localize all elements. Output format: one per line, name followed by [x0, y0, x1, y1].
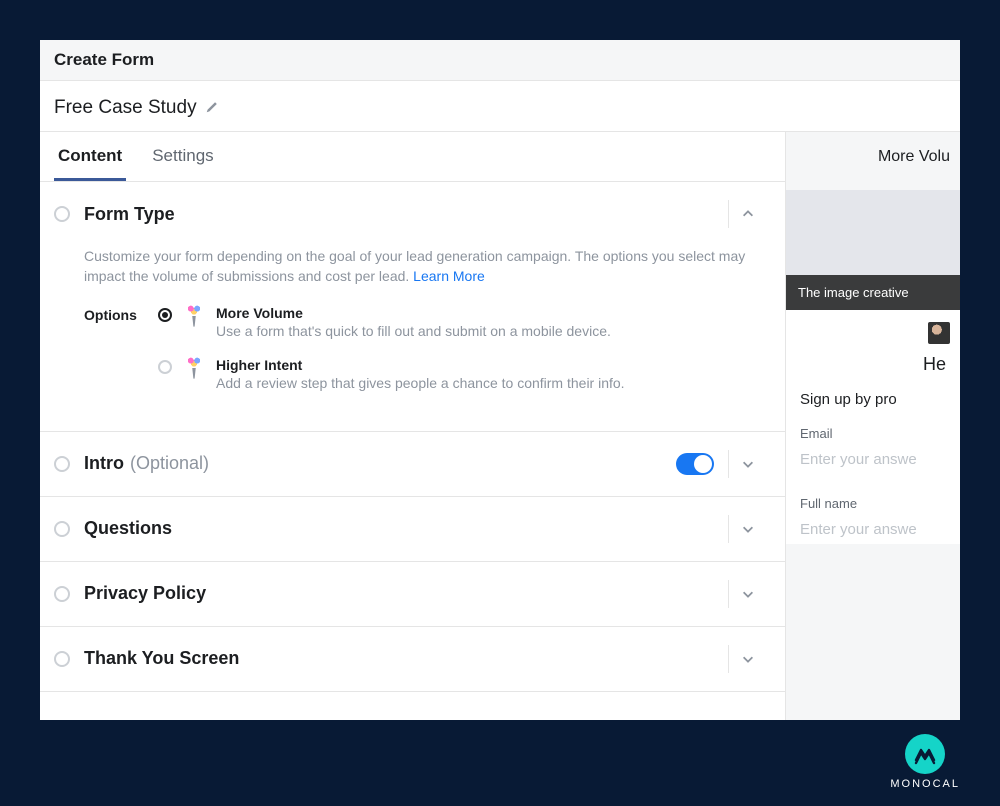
radio-icon[interactable] [158, 360, 172, 374]
options-row: Options More Volume Use a form that's qu… [84, 305, 767, 409]
field-label: Email [800, 426, 950, 441]
brand-name: MONOCAL [890, 778, 960, 790]
chevron-down-icon[interactable] [728, 450, 767, 478]
preview-heading: He [796, 354, 950, 375]
option-more-volume[interactable]: More Volume Use a form that's quick to f… [158, 305, 767, 339]
dialog-title: Create Form [54, 50, 154, 69]
section-title: Thank You Screen [84, 648, 239, 669]
option-desc: Use a form that's quick to fill out and … [216, 323, 767, 339]
logo-icon [905, 734, 945, 774]
chevron-down-icon[interactable] [728, 515, 767, 543]
bouquet-icon [184, 357, 204, 379]
dialog-header: Create Form [40, 40, 960, 81]
preview-card: He Sign up by pro Email Enter your answe… [786, 310, 960, 544]
section-header-thank-you[interactable]: Thank You Screen [40, 627, 785, 691]
section-title: Privacy Policy [84, 583, 206, 604]
section-title: Intro [84, 453, 124, 474]
preview-subheading: Sign up by pro [796, 391, 950, 408]
main-panel: Content Settings Form Type [40, 132, 786, 720]
section-header-privacy[interactable]: Privacy Policy [40, 562, 785, 626]
section-questions: Questions [40, 497, 785, 562]
section-radio-icon [54, 586, 70, 602]
avatar [928, 322, 950, 344]
section-body-form-type: Customize your form depending on the goa… [40, 246, 785, 431]
section-header-questions[interactable]: Questions [40, 497, 785, 561]
chevron-down-icon[interactable] [728, 580, 767, 608]
preview-panel: More Volu The image creative He Sign up … [786, 132, 960, 720]
section-intro: Intro (Optional) [40, 432, 785, 497]
form-type-description: Customize your form depending on the goa… [84, 246, 767, 287]
section-radio-icon [54, 651, 70, 667]
chevron-up-icon[interactable] [728, 200, 767, 228]
tab-settings[interactable]: Settings [148, 132, 217, 181]
section-radio-icon [54, 456, 70, 472]
chevron-down-icon[interactable] [728, 645, 767, 673]
section-thank-you: Thank You Screen [40, 627, 785, 692]
field-placeholder[interactable]: Enter your answe [800, 451, 950, 474]
edit-name-icon[interactable] [205, 100, 219, 117]
option-higher-intent[interactable]: Higher Intent Add a review step that giv… [158, 357, 767, 391]
option-desc: Add a review step that gives people a ch… [216, 375, 767, 391]
section-title: Questions [84, 518, 172, 539]
body: Content Settings Form Type [40, 132, 960, 720]
brand-logo: MONOCAL [890, 734, 960, 790]
bouquet-icon [184, 305, 204, 327]
section-radio-icon [54, 521, 70, 537]
radio-icon[interactable] [158, 308, 172, 322]
section-radio-icon [54, 206, 70, 222]
preview-banner: The image creative [786, 275, 960, 310]
intro-toggle[interactable] [676, 453, 714, 475]
preview-image-area: The image creative [786, 190, 960, 310]
section-header-form-type[interactable]: Form Type [40, 182, 785, 246]
section-privacy-policy: Privacy Policy [40, 562, 785, 627]
option-title: More Volume [216, 305, 767, 321]
preview-field-fullname: Full name Enter your answe [796, 496, 950, 544]
learn-more-link[interactable]: Learn More [413, 268, 485, 284]
section-form-type: Form Type Customize your form depending … [40, 182, 785, 432]
create-form-dialog: Create Form Free Case Study Content Sett… [40, 40, 960, 720]
section-header-intro[interactable]: Intro (Optional) [40, 432, 785, 496]
form-name: Free Case Study [54, 97, 197, 119]
tabs: Content Settings [40, 132, 785, 182]
preview-header: More Volu [786, 132, 960, 176]
tab-content[interactable]: Content [54, 132, 126, 181]
section-title: Form Type [84, 204, 175, 225]
preview-profile [796, 322, 950, 344]
option-title: Higher Intent [216, 357, 767, 373]
field-placeholder[interactable]: Enter your answe [800, 521, 950, 544]
form-name-row: Free Case Study [40, 81, 960, 132]
option-list: More Volume Use a form that's quick to f… [158, 305, 767, 409]
field-label: Full name [800, 496, 950, 511]
sections: Form Type Customize your form depending … [40, 182, 785, 720]
optional-label: (Optional) [130, 453, 209, 474]
preview-field-email: Email Enter your answe [796, 426, 950, 474]
options-label: Options [84, 305, 140, 323]
